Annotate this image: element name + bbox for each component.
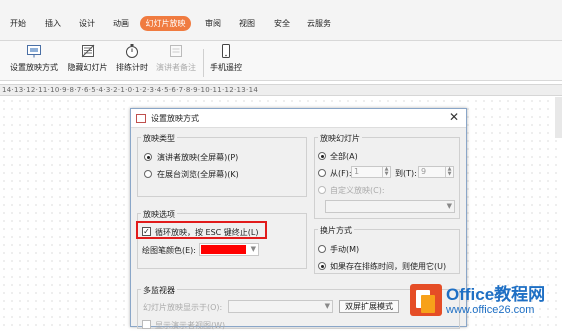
use-timings-label: 如果存在排练时间，则使用它(U) xyxy=(330,262,447,271)
manual-radio[interactable] xyxy=(318,245,326,253)
office-logo-icon xyxy=(410,284,442,316)
spinner-arrows-icon[interactable]: ▲ ▼ xyxy=(445,167,453,177)
hide-slide-label: 隐藏幻灯片 xyxy=(67,63,108,72)
rehearse-timing-button[interactable]: 排练计时 xyxy=(114,43,150,79)
show-slides-label: 放映幻灯片 xyxy=(318,133,362,144)
advance-slides-label: 换片方式 xyxy=(318,225,354,236)
setup-slideshow-button[interactable]: 设置放映方式 xyxy=(8,43,60,79)
dialog-app-icon xyxy=(136,114,146,123)
tab-security[interactable]: 安全 xyxy=(271,16,293,31)
slideshow-setup-icon xyxy=(27,45,41,58)
watermark: Office教程网 www.office26.com xyxy=(410,280,562,327)
setup-slideshow-label: 设置放映方式 xyxy=(10,63,58,72)
display-on-label: 幻灯片放映显示于(O): xyxy=(143,303,223,312)
pen-color-swatch xyxy=(201,245,246,254)
from-label: 从(F): xyxy=(330,169,352,178)
tab-home[interactable]: 开始 xyxy=(7,16,29,31)
tab-cloud-service[interactable]: 云服务 xyxy=(304,16,334,31)
to-spinner[interactable]: 9 ▲ ▼ xyxy=(418,166,454,178)
phone-remote-label: 手机遥控 xyxy=(210,63,242,72)
dialog-title: 设置放映方式 xyxy=(151,114,199,123)
multi-monitor-label: 多监视器 xyxy=(141,285,177,296)
speaker-notes-button[interactable]: 演讲者备注 xyxy=(155,43,197,79)
stopwatch-icon xyxy=(126,44,138,58)
tab-review[interactable]: 审阅 xyxy=(202,16,224,31)
display-on-dropdown[interactable]: ▼ xyxy=(228,300,333,313)
ribbon-tab-bar: 开始 插入 设计 动画 幻灯片放映 审阅 视图 安全 云服务 xyxy=(0,0,562,41)
ruler-marks: 14·13·12·11·10·9·8·7·6·5·4·3·2·1·0·1·2·3… xyxy=(2,86,259,94)
chevron-down-icon: ▼ xyxy=(250,245,256,253)
presenter-label: 演讲者放映(全屏幕)(P) xyxy=(157,153,239,162)
from-radio[interactable] xyxy=(318,169,326,177)
presenter-view-label: 显示演示者视图(W) xyxy=(155,321,226,330)
show-type-label: 放映类型 xyxy=(141,133,177,144)
extend-screen-button[interactable]: 双屏扩展模式 xyxy=(339,300,399,313)
ribbon-toolbar: 设置放映方式 隐藏幻灯片 排练计时 演讲者备注 手机遥控 xyxy=(0,41,562,81)
tab-animation[interactable]: 动画 xyxy=(110,16,132,31)
vertical-scrollbar[interactable] xyxy=(555,97,562,138)
manual-label: 手动(M) xyxy=(330,245,360,254)
from-spinner[interactable]: 1 ▲ ▼ xyxy=(351,166,391,178)
phone-remote-button[interactable]: 手机遥控 xyxy=(208,43,244,79)
pen-color-dropdown[interactable]: ▼ xyxy=(199,243,259,256)
kiosk-label: 在展台浏览(全屏幕)(K) xyxy=(157,170,239,179)
watermark-url: www.office26.com xyxy=(446,304,535,316)
speaker-notes-icon xyxy=(170,45,182,57)
pen-color-label: 绘图笔颜色(E): xyxy=(142,246,196,255)
rehearse-timing-label: 排练计时 xyxy=(116,63,148,72)
custom-show-radio[interactable] xyxy=(318,186,326,194)
horizontal-ruler: 14·13·12·11·10·9·8·7·6·5·4·3·2·1·0·1·2·3… xyxy=(0,84,562,96)
phone-icon xyxy=(222,44,230,58)
all-slides-radio[interactable] xyxy=(318,152,326,160)
chevron-down-icon: ▼ xyxy=(446,202,452,210)
close-icon[interactable]: ✕ xyxy=(449,110,459,124)
tab-slideshow[interactable]: 幻灯片放映 xyxy=(140,16,191,31)
custom-show-label: 自定义放映(C): xyxy=(330,186,385,195)
dialog-titlebar: 设置放映方式 ✕ xyxy=(131,109,466,128)
all-slides-label: 全部(A) xyxy=(330,152,358,161)
kiosk-radio[interactable] xyxy=(144,170,152,178)
presenter-radio[interactable] xyxy=(144,153,152,161)
chevron-down-icon: ▼ xyxy=(324,302,330,310)
use-timings-radio[interactable] xyxy=(318,262,326,270)
tab-insert[interactable]: 插入 xyxy=(42,16,64,31)
to-label: 到(T): xyxy=(395,169,417,178)
to-value: 9 xyxy=(421,167,427,176)
watermark-brand: Office教程网 xyxy=(446,285,546,304)
spinner-arrows-icon[interactable]: ▲ ▼ xyxy=(382,167,390,177)
custom-show-dropdown[interactable]: ▼ xyxy=(325,200,455,213)
ribbon-divider xyxy=(203,49,204,77)
loop-option-highlight xyxy=(136,221,267,239)
show-type-group xyxy=(137,137,307,197)
hide-slide-button[interactable]: 隐藏幻灯片 xyxy=(65,43,110,79)
presenter-view-checkbox[interactable] xyxy=(142,320,151,329)
from-value: 1 xyxy=(354,167,360,176)
hide-slide-icon xyxy=(81,44,94,58)
tab-view[interactable]: 视图 xyxy=(236,16,258,31)
tab-design[interactable]: 设计 xyxy=(76,16,98,31)
show-options-label: 放映选项 xyxy=(141,209,177,220)
speaker-notes-label: 演讲者备注 xyxy=(156,63,196,72)
